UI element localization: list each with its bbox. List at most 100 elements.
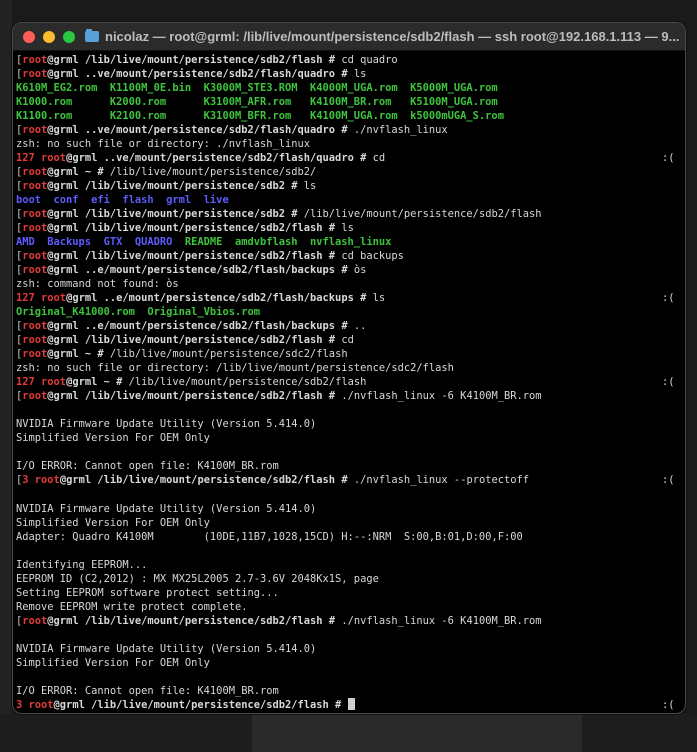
title-bar[interactable]: nicolaz — root@grml: /lib/live/mount/per… xyxy=(13,23,685,51)
file-listing: Original_K41000.rom Original_Vbios.rom xyxy=(16,306,260,319)
terminal-line: EEPROM ID (C2,2012) : MX MX25L2005 2.7-3… xyxy=(16,572,685,586)
prompt-path: @grml ..e/mount/persistence/sdb2/flash/b… xyxy=(47,264,354,277)
file-listing: boot conf efi flash grml live xyxy=(16,194,229,207)
exit-status: 127 xyxy=(16,376,42,389)
prompt-path: @grml /lib/live/mount/persistence/sdb2/f… xyxy=(47,334,342,347)
terminal-line: 3 root@grml /lib/live/mount/persistence/… xyxy=(16,697,685,712)
command-text: ./nvflash_linux -6 K4100M_BR.rom xyxy=(341,390,542,403)
prompt-path: @grml ..e/mount/persistence/sdb2/flash/b… xyxy=(66,292,373,305)
terminal-line: Remove EEPROM write protect complete. xyxy=(16,600,685,614)
output-text: NVIDIA Firmware Update Utility (Version … xyxy=(16,502,317,515)
prompt-user: root xyxy=(22,166,48,179)
file-listing: K1000.rom K2000.rom K3100M_AFR.rom K4100… xyxy=(16,96,498,109)
output-text: Simplified Version For OEM Only xyxy=(16,516,210,529)
minimize-button[interactable] xyxy=(43,30,55,43)
terminal-line: [root@grml /lib/live/mount/persistence/s… xyxy=(16,53,685,67)
terminal-line: Setting EEPROM software protect setting.… xyxy=(16,586,685,600)
terminal-line: [3 root@grml /lib/live/mount/persistence… xyxy=(16,473,685,487)
prompt-user: root xyxy=(22,264,48,277)
output-text: Remove EEPROM write protect complete. xyxy=(16,600,248,613)
prompt-user: root xyxy=(41,376,67,389)
terminal-line: 127 root@grml ..e/mount/persistence/sdb2… xyxy=(16,291,685,305)
terminal-line: [root@grml ..ve/mount/persistence/sdb2/f… xyxy=(16,67,685,81)
prompt-user: root xyxy=(28,698,54,711)
command-text: cd quadro xyxy=(341,54,398,66)
output-text: zsh: no such file or directory: /lib/liv… xyxy=(16,362,454,375)
exit-status: 3 xyxy=(16,698,29,711)
output-text: NVIDIA Firmware Update Utility (Version … xyxy=(16,642,317,655)
prompt-path: @grml /lib/live/mount/persistence/sdb2/f… xyxy=(59,474,354,487)
terminal-line: boot conf efi flash grml live xyxy=(16,193,685,207)
terminal-line: Original_K41000.rom Original_Vbios.rom xyxy=(16,305,685,319)
prompt-path: @grml ~ # xyxy=(66,376,129,389)
command-text: ./nvflash_linux --protectoff xyxy=(353,474,530,487)
output-text: EEPROM ID (C2,2012) : MX MX25L2005 2.7-3… xyxy=(16,572,379,585)
command-text: /lib/live/mount/persistence/sdb2/flash xyxy=(303,208,542,221)
error-indicator: :( xyxy=(662,376,675,389)
prompt-user: root xyxy=(22,222,48,235)
command-text: òs xyxy=(353,264,367,277)
output-text: zsh: no such file or directory: ./nvflas… xyxy=(16,138,311,151)
command-text: /lib/live/mount/persistence/sdb2/ xyxy=(109,166,317,179)
exit-status: 127 xyxy=(16,292,42,305)
command-text: ./nvflash_linux xyxy=(353,124,448,137)
terminal-line: NVIDIA Firmware Update Utility (Version … xyxy=(16,642,685,656)
terminal-line: [root@grml ~ # /lib/live/mount/persisten… xyxy=(16,347,685,361)
prompt-user: root xyxy=(34,474,60,487)
file-listing: K1100.rom K2100.rom K3100M_BFR.rom K4100… xyxy=(16,110,504,123)
directory-listing: AMD Backups GTX QUADRO xyxy=(16,236,185,249)
prompt-path: @grml ~ # xyxy=(47,166,110,179)
prompt-user: root xyxy=(22,390,48,403)
output-text: Identifying EEPROM... xyxy=(16,558,148,571)
output-text: Simplified Version For OEM Only xyxy=(16,432,210,445)
output-text: Simplified Version For OEM Only xyxy=(16,656,210,669)
command-text: cd xyxy=(372,152,386,165)
error-indicator: :( xyxy=(662,474,675,487)
terminal-line: I/O ERROR: Cannot open file: K4100M_BR.r… xyxy=(16,684,685,698)
terminal-line: [root@grml /lib/live/mount/persistence/s… xyxy=(16,221,685,235)
prompt-path: @grml /lib/live/mount/persistence/sdb2/f… xyxy=(47,390,342,403)
prompt-user: root xyxy=(22,68,48,81)
command-text: ls xyxy=(341,222,354,235)
exit-status: 3 xyxy=(22,474,35,487)
zoom-button[interactable] xyxy=(63,30,75,43)
output-text: zsh: command not found: òs xyxy=(16,278,179,291)
terminal-line: [root@grml /lib/live/mount/persistence/s… xyxy=(16,207,685,221)
close-button[interactable] xyxy=(23,30,35,43)
terminal-line: NVIDIA Firmware Update Utility (Version … xyxy=(16,502,685,516)
prompt-path: @grml /lib/live/mount/persistence/sdb2/f… xyxy=(47,614,342,627)
error-indicator: :( xyxy=(662,152,675,165)
prompt-user: root xyxy=(22,54,48,66)
command-text: ls xyxy=(353,68,367,81)
terminal-line: [root@grml /lib/live/mount/persistence/s… xyxy=(16,179,685,193)
command-text: ls xyxy=(303,180,317,193)
command-text: /lib/live/mount/persistence/sdc2/flash xyxy=(109,348,348,361)
prompt-user: root xyxy=(22,348,48,361)
window-title: nicolaz — root@grml: /lib/live/mount/per… xyxy=(105,29,680,44)
command-text: ls xyxy=(372,292,386,305)
command-text: cd backups xyxy=(341,250,404,263)
terminal-line: [root@grml ~ # /lib/live/mount/persisten… xyxy=(16,165,685,179)
prompt-user: root xyxy=(22,208,48,221)
terminal-line: [root@grml ..ve/mount/persistence/sdb2/f… xyxy=(16,123,685,137)
error-indicator: :( xyxy=(662,698,675,711)
prompt-user: root xyxy=(41,292,67,305)
prompt-path: @grml /lib/live/mount/persistence/sdb2/f… xyxy=(47,250,342,263)
terminal-line: [root@grml /lib/live/mount/persistence/s… xyxy=(16,333,685,347)
prompt-user: root xyxy=(22,124,48,137)
prompt-path: @grml /lib/live/mount/persistence/sdb2 # xyxy=(47,180,304,193)
output-text: NVIDIA Firmware Update Utility (Version … xyxy=(16,418,317,431)
terminal-line: K610M_EG2.rom K1100M_0E.bin K3000M_STE3.… xyxy=(16,81,685,95)
prompt-path: @grml ..e/mount/persistence/sdb2/flash/b… xyxy=(47,320,354,333)
terminal-output[interactable]: [root@grml /lib/live/mount/persistence/s… xyxy=(16,53,685,713)
terminal-window[interactable]: nicolaz — root@grml: /lib/live/mount/per… xyxy=(12,22,686,714)
prompt-path: @grml ~ # xyxy=(47,348,110,361)
text-cursor xyxy=(347,697,355,710)
command-text: ./nvflash_linux -6 K4100M_BR.rom xyxy=(341,614,542,627)
